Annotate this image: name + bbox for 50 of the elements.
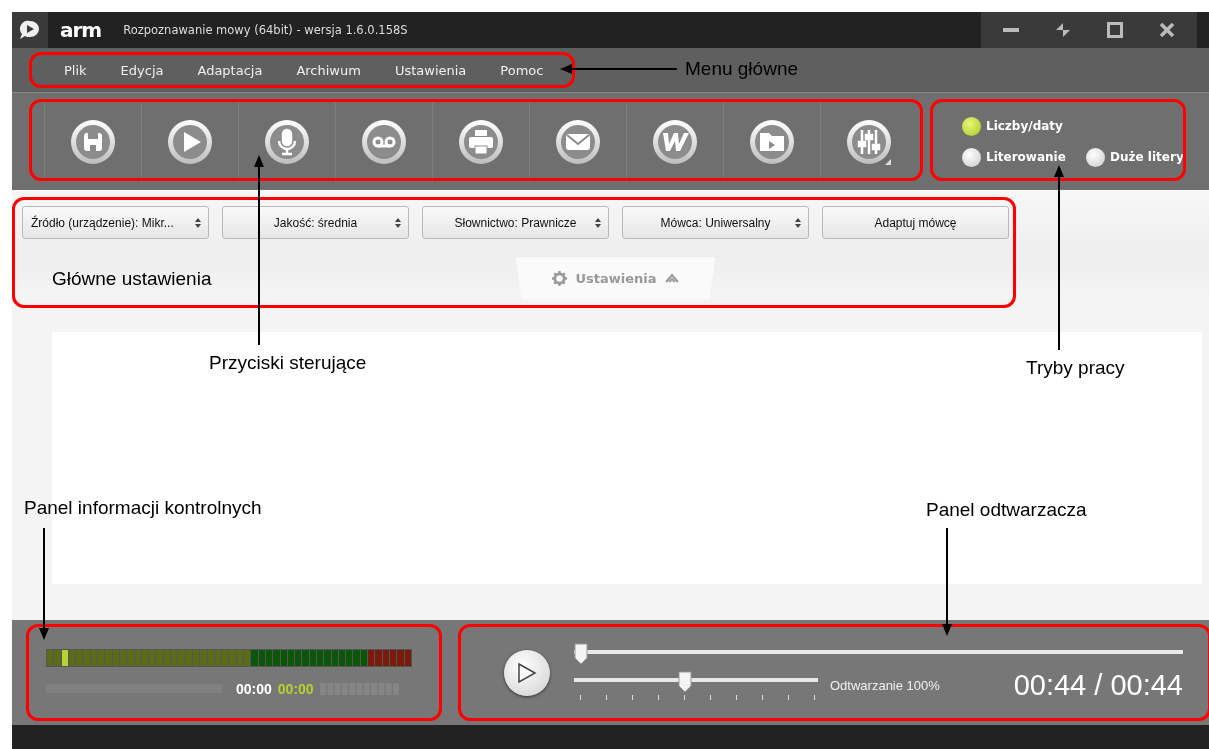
updown-arrows-icon bbox=[595, 218, 601, 228]
annotation-label: Główne ustawienia bbox=[52, 268, 212, 290]
menu-item[interactable]: Ustawienia bbox=[394, 62, 467, 78]
adapt-speaker-button[interactable]: Adaptuj mówcę bbox=[822, 206, 1009, 239]
mixer-icon[interactable] bbox=[846, 118, 892, 165]
elapsed-time: 00:00 bbox=[236, 680, 272, 697]
mode-toggle[interactable]: Duże litery bbox=[1086, 147, 1196, 167]
slider-thumb[interactable] bbox=[677, 670, 692, 693]
dropdown[interactable]: Mówca: Uniwersalny bbox=[622, 206, 809, 239]
playback-time: 00:44 / 00:44 bbox=[1013, 669, 1183, 702]
folder-icon[interactable] bbox=[749, 118, 795, 165]
voicemail-icon[interactable] bbox=[361, 118, 407, 165]
play-icon[interactable] bbox=[167, 118, 213, 165]
mode-toggle[interactable]: Literowanie bbox=[962, 147, 1079, 167]
mode-toggle[interactable]: Liczby/daty bbox=[962, 116, 1196, 136]
mic-icon[interactable] bbox=[264, 118, 310, 165]
annotation-label: Menu główne bbox=[685, 58, 799, 80]
dropdown[interactable]: Źródło (urządzenie): Mikr... bbox=[22, 206, 209, 239]
menu-item[interactable]: Plik bbox=[64, 62, 87, 78]
play-button[interactable] bbox=[504, 649, 550, 696]
save-icon[interactable] bbox=[70, 118, 116, 165]
print-icon[interactable] bbox=[458, 118, 504, 165]
updown-arrows-icon bbox=[395, 218, 401, 228]
menu-item[interactable]: Pomoc bbox=[500, 62, 544, 78]
brand-logo: arm bbox=[60, 18, 102, 42]
close-icon bbox=[1159, 22, 1175, 38]
menu-item[interactable]: Edycja bbox=[120, 62, 164, 78]
play-icon bbox=[517, 661, 537, 684]
dropdown[interactable]: Jakość: średnia bbox=[222, 206, 409, 239]
dropdown[interactable]: Słownictwo: Prawnicze bbox=[422, 206, 609, 239]
slider-thumb[interactable] bbox=[574, 643, 588, 665]
mail-icon[interactable] bbox=[555, 118, 601, 165]
annotation-label: Panel informacji kontrolnych bbox=[24, 497, 262, 519]
annotation-label: Przyciski sterujące bbox=[209, 352, 367, 374]
shrink-arrows-icon bbox=[1056, 23, 1070, 37]
menu-item[interactable]: Archiwum bbox=[296, 62, 361, 78]
window-title: Rozpoznawanie mowy (64bit) - wersja 1.6.0.158S bbox=[123, 23, 409, 37]
minimize-icon bbox=[1003, 28, 1019, 32]
annotation-label: Tryby pracy bbox=[1026, 357, 1125, 379]
maximize-icon bbox=[1107, 22, 1123, 38]
collapse-chevron-icon bbox=[664, 273, 679, 283]
updown-arrows-icon bbox=[795, 218, 801, 228]
updown-arrows-icon bbox=[195, 218, 201, 228]
gear-icon bbox=[552, 270, 568, 286]
playback-speed-label: Odtwarzanie 100% bbox=[830, 678, 940, 693]
word-icon[interactable] bbox=[652, 118, 698, 165]
recorded-time: 00:00 bbox=[277, 680, 314, 697]
annotation-label: Panel odtwarzacza bbox=[926, 499, 1087, 521]
speech-bubble-logo bbox=[19, 20, 41, 40]
menu-item[interactable]: Adaptacja bbox=[197, 62, 263, 78]
